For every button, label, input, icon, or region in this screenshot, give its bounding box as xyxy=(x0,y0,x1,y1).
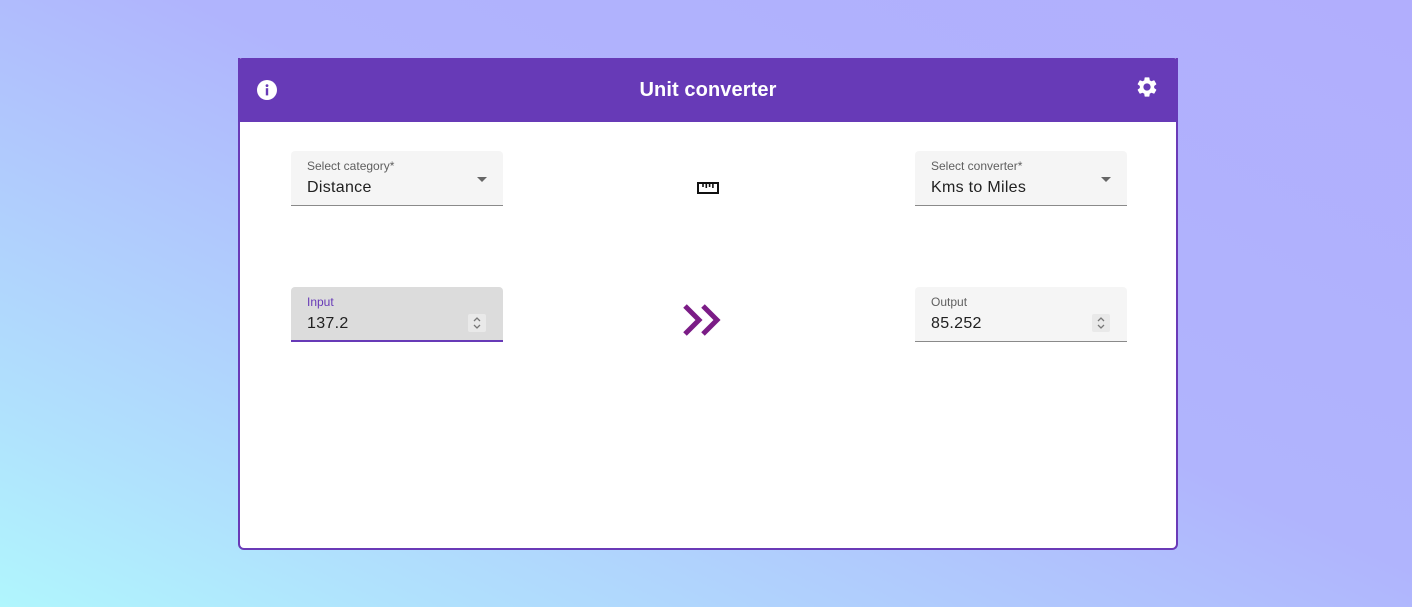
input-field-label: Input xyxy=(307,295,334,309)
output-field[interactable]: Output 85.252 xyxy=(915,287,1127,342)
chevron-down-icon xyxy=(477,177,487,182)
chevron-down-icon xyxy=(1101,177,1111,182)
category-select-label: Select category* xyxy=(307,159,395,173)
category-select-value: Distance xyxy=(307,179,372,196)
converter-select-value: Kms to Miles xyxy=(931,179,1027,196)
number-stepper-icon[interactable] xyxy=(1092,314,1110,332)
output-field-label: Output xyxy=(931,295,968,309)
gear-icon[interactable] xyxy=(1135,75,1159,99)
page-title: Unit converter xyxy=(639,79,777,101)
input-field-value[interactable]: 137.2 xyxy=(307,315,349,333)
double-chevron-right-icon xyxy=(682,303,726,339)
converter-card: Unit converter Select category* Distance… xyxy=(238,58,1178,550)
converter-select-label: Select converter* xyxy=(931,159,1023,173)
app-header: Unit converter xyxy=(238,58,1178,122)
output-field-value[interactable]: 85.252 xyxy=(931,315,982,333)
converter-select[interactable]: Select converter* Kms to Miles xyxy=(915,151,1127,206)
input-field[interactable]: Input 137.2 xyxy=(291,287,503,342)
category-select[interactable]: Select category* Distance xyxy=(291,151,503,206)
number-stepper-icon[interactable] xyxy=(468,314,486,332)
ruler-icon xyxy=(697,181,719,194)
